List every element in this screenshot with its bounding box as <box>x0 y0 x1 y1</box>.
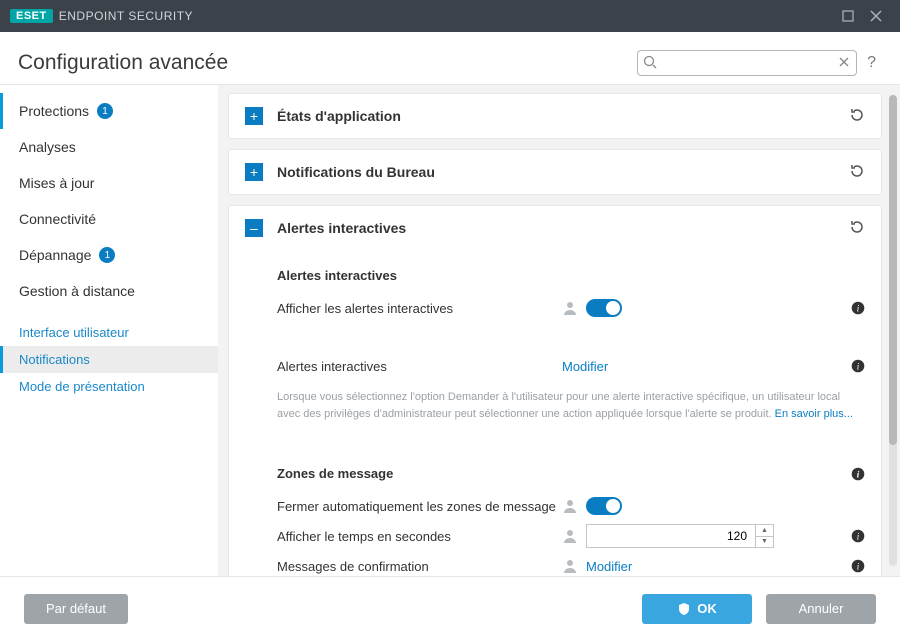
user-icon <box>562 498 578 514</box>
panel-desktop-notif: + Notifications du Bureau <box>228 149 882 195</box>
sidebar: Protections 1 Analyses Mises à jour Conn… <box>0 85 218 576</box>
panel-header-interactive[interactable]: – Alertes interactives <box>229 206 881 250</box>
row-show-alerts: Afficher les alertes interactives i <box>277 293 865 323</box>
panel-header-desktop-notif[interactable]: + Notifications du Bureau <box>229 150 881 194</box>
row-confirm-messages: Messages de confirmation Modifier i <box>277 551 865 576</box>
sidebar-item-label: Connectivité <box>19 211 96 227</box>
sidebar-item-protections[interactable]: Protections 1 <box>0 93 218 129</box>
ok-button[interactable]: OK <box>642 594 752 624</box>
reset-icon[interactable] <box>849 163 865 182</box>
row-label: Afficher les alertes interactives <box>277 301 562 316</box>
sidebar-item-remote[interactable]: Gestion à distance <box>0 273 218 309</box>
edit-link[interactable]: Modifier <box>562 359 608 374</box>
page-title: Configuration avancée <box>18 51 228 75</box>
reset-icon[interactable] <box>849 219 865 238</box>
sidebar-item-analyses[interactable]: Analyses <box>0 129 218 165</box>
brand-badge: ESET <box>10 9 53 23</box>
badge: 1 <box>97 103 113 119</box>
top-pane: Configuration avancée ? <box>0 32 900 85</box>
expand-icon: + <box>245 163 263 181</box>
panel-title: États d'application <box>277 108 401 124</box>
sidebar-sub-notifications[interactable]: Notifications <box>0 346 218 373</box>
help-text: Lorsque vous sélectionnez l'option Deman… <box>277 389 865 422</box>
sidebar-sub-presentation[interactable]: Mode de présentation <box>0 373 218 400</box>
sidebar-item-connectivity[interactable]: Connectivité <box>0 201 218 237</box>
content-area: + États d'application + Notifications du… <box>218 85 900 576</box>
panel-title: Notifications du Bureau <box>277 164 435 180</box>
row-interactive-alerts-edit: Alertes interactives Modifier i <box>277 351 865 381</box>
spinner: ▲ ▼ <box>756 524 774 548</box>
sidebar-item-label: Protections <box>19 103 89 119</box>
info-icon[interactable]: i <box>851 301 865 315</box>
search-icon <box>643 55 657 72</box>
spin-up-icon[interactable]: ▲ <box>756 525 773 537</box>
sidebar-item-label: Analyses <box>19 139 76 155</box>
learn-more-link[interactable]: En savoir plus... <box>775 408 853 420</box>
spin-down-icon[interactable]: ▼ <box>756 537 773 548</box>
product-name: ENDPOINT SECURITY <box>59 9 193 23</box>
help-icon[interactable]: ? <box>867 54 876 72</box>
window-maximize-icon[interactable] <box>834 6 862 26</box>
toggle-show-alerts[interactable] <box>586 299 622 317</box>
section-title-msgboxes: Zones de message i <box>277 466 865 481</box>
panel-app-status: + États d'application <box>228 93 882 139</box>
expand-icon: + <box>245 107 263 125</box>
section-title: Alertes interactives <box>277 268 865 283</box>
info-icon[interactable]: i <box>851 529 865 543</box>
user-icon <box>562 300 578 316</box>
sidebar-item-label: Gestion à distance <box>19 283 135 299</box>
sidebar-sub-ui[interactable]: Interface utilisateur <box>0 319 218 346</box>
sidebar-item-label: Mises à jour <box>19 175 94 191</box>
sidebar-item-updates[interactable]: Mises à jour <box>0 165 218 201</box>
help-text-body: Lorsque vous sélectionnez l'option Deman… <box>277 391 840 420</box>
search-input[interactable] <box>637 50 857 76</box>
time-seconds-input[interactable] <box>586 524 756 548</box>
panel-header-app-status[interactable]: + États d'application <box>229 94 881 138</box>
panel-interactive-alerts: – Alertes interactives Alertes interacti… <box>228 205 882 576</box>
row-label: Fermer automatiquement les zones de mess… <box>277 499 562 514</box>
user-icon <box>562 558 578 574</box>
edit-link[interactable]: Modifier <box>586 559 632 574</box>
toggle-autoclose[interactable] <box>586 497 622 515</box>
row-label: Messages de confirmation <box>277 559 562 574</box>
panel-body: Alertes interactives Afficher les alerte… <box>229 250 881 576</box>
brand-logo: ESET ENDPOINT SECURITY <box>10 9 193 23</box>
titlebar: ESET ENDPOINT SECURITY <box>0 0 900 32</box>
default-button[interactable]: Par défaut <box>24 594 128 624</box>
panel-title: Alertes interactives <box>277 220 406 236</box>
badge: 1 <box>99 247 115 263</box>
info-icon[interactable]: i <box>851 467 865 481</box>
row-label: Alertes interactives <box>277 359 562 374</box>
ok-button-label: OK <box>697 601 717 616</box>
section-title-label: Zones de message <box>277 466 393 481</box>
search-field[interactable] <box>637 50 857 76</box>
window-close-icon[interactable] <box>862 6 890 26</box>
number-input-wrap: ▲ ▼ <box>586 524 774 548</box>
clear-icon[interactable] <box>837 55 851 72</box>
bottom-bar: Par défaut OK Annuler <box>0 576 900 640</box>
user-icon <box>562 528 578 544</box>
collapse-icon: – <box>245 219 263 237</box>
reset-icon[interactable] <box>849 107 865 126</box>
sidebar-item-troubleshoot[interactable]: Dépannage 1 <box>0 237 218 273</box>
scrollbar-thumb[interactable] <box>889 95 897 445</box>
info-icon[interactable]: i <box>851 359 865 373</box>
cancel-button[interactable]: Annuler <box>766 594 876 624</box>
row-autoclose: Fermer automatiquement les zones de mess… <box>277 491 865 521</box>
info-icon[interactable]: i <box>851 559 865 573</box>
shield-icon <box>677 602 691 616</box>
row-time-seconds: Afficher le temps en secondes ▲ ▼ i <box>277 521 865 551</box>
sidebar-item-label: Dépannage <box>19 247 91 263</box>
row-label: Afficher le temps en secondes <box>277 529 562 544</box>
